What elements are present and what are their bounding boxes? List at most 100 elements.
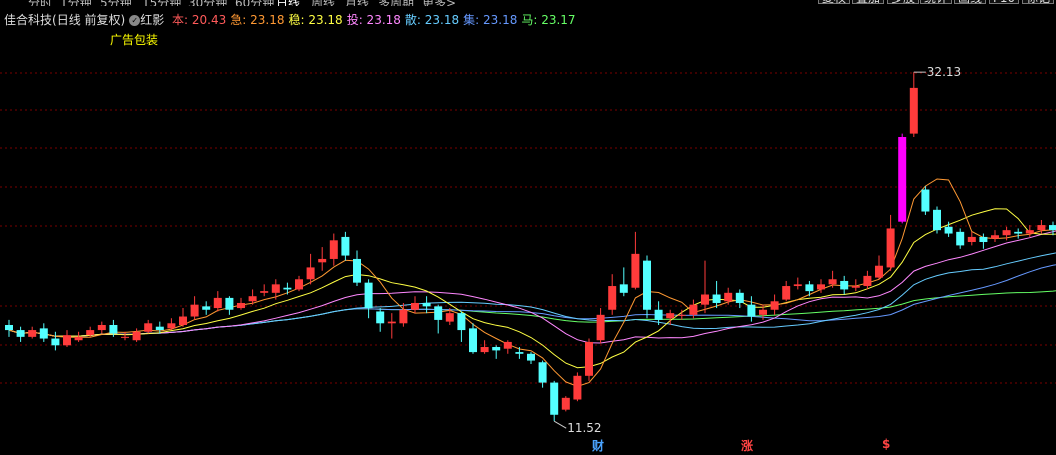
candle-body-54	[631, 253, 640, 288]
candle-body-11	[132, 331, 141, 341]
candle-body-83	[967, 236, 976, 243]
candle-body-27	[318, 258, 327, 263]
candle-body-26	[306, 267, 315, 280]
low-marker-line	[553, 420, 567, 429]
candle-body-18	[213, 297, 222, 309]
candle-body-5	[63, 335, 71, 346]
candle-body-89	[1037, 225, 1046, 231]
candle-body-13	[155, 326, 164, 331]
candle-body-22	[260, 291, 269, 293]
candle-body-33	[387, 321, 396, 324]
candle-body-59	[689, 304, 698, 315]
candle-body-40	[469, 328, 477, 353]
candle-body-70	[817, 284, 825, 290]
candle-body-48	[561, 397, 570, 410]
candle-body-78	[909, 87, 918, 134]
candle-body-2	[28, 330, 37, 337]
candle-body-6	[74, 336, 83, 341]
candle-body-53	[619, 284, 628, 293]
candle-body-73	[851, 286, 860, 288]
ma-line-san	[8, 264, 1056, 337]
candle-body-38	[445, 313, 454, 322]
candle-body-62	[724, 292, 733, 302]
candle-body-76	[886, 228, 895, 268]
candle-body-69	[805, 284, 814, 292]
candle-body-86	[1002, 230, 1011, 236]
candle-body-32	[376, 311, 385, 324]
candle-body-39	[457, 313, 466, 331]
candle-body-64	[747, 304, 756, 317]
candle-body-31	[364, 282, 373, 309]
candle-body-68	[793, 284, 802, 287]
candle-body-77	[898, 137, 907, 222]
candle-body-3	[39, 328, 48, 339]
candle-body-12	[144, 323, 153, 332]
candle-body-16	[190, 304, 199, 317]
candle-body-29	[341, 236, 350, 256]
candle-body-36	[422, 302, 431, 307]
candle-body-17	[202, 306, 211, 310]
candle-body-51	[596, 314, 605, 341]
candle-body-90	[1049, 225, 1056, 231]
candle-body-8	[97, 324, 106, 331]
candle-body-45	[527, 353, 535, 361]
candle-body-28	[329, 240, 338, 259]
candle-body-37	[434, 306, 443, 320]
candle-body-67	[782, 286, 791, 300]
ma-line-ji-fast	[8, 208, 1056, 369]
candle-body-42	[492, 347, 501, 351]
candle-body-52	[608, 286, 617, 310]
candle-body-46	[538, 362, 547, 383]
candle-body-10	[121, 336, 129, 338]
kline-chart[interactable]: 32.13 11.52	[0, 0, 1056, 455]
candle-body-20	[237, 302, 245, 309]
candle-body-58	[677, 314, 686, 316]
candle-body-63	[735, 292, 744, 303]
candle-body-34	[399, 309, 408, 324]
candle-body-21	[248, 296, 257, 302]
candle-body-1	[16, 330, 25, 337]
candle-body-49	[573, 375, 582, 400]
ma-line-wen	[8, 230, 1056, 344]
event-marker-1[interactable]: 涨	[741, 437, 753, 454]
candle-body-43	[503, 341, 512, 349]
candle-body-79	[921, 189, 930, 212]
candle-body-55	[643, 260, 651, 310]
candle-body-57	[666, 313, 675, 319]
candle-body-23	[271, 284, 280, 293]
candle-body-15	[179, 316, 187, 325]
candle-body-4	[51, 338, 60, 346]
candle-body-35	[411, 302, 419, 310]
event-marker-2[interactable]: $	[882, 437, 890, 451]
event-marker-0[interactable]: 财	[592, 437, 604, 454]
low-price-label: 11.52	[567, 421, 601, 435]
candle-body-24	[283, 287, 292, 290]
candle-body-47	[550, 382, 559, 415]
candle-body-71	[828, 279, 837, 285]
candle-body-60	[701, 294, 709, 305]
candle-body-80	[933, 209, 941, 231]
candle-body-72	[840, 280, 849, 290]
candle-body-9	[109, 324, 118, 334]
candle-body-44	[515, 352, 524, 354]
candle-body-66	[770, 301, 779, 310]
candle-body-7	[86, 330, 95, 336]
candle-body-50	[585, 341, 593, 376]
candle-body-87	[1014, 231, 1023, 234]
candle-body-61	[712, 294, 721, 303]
candle-body-85	[991, 235, 999, 239]
candle-body-82	[956, 231, 965, 246]
candle-body-19	[225, 297, 234, 310]
candle-body-81	[944, 226, 953, 234]
high-price-label: 32.13	[927, 65, 961, 79]
candle-body-56	[654, 309, 663, 320]
candle-body-0	[5, 324, 13, 331]
candle-body-84	[979, 236, 988, 243]
candle-body-14	[167, 323, 176, 329]
candle-body-88	[1025, 230, 1034, 234]
candle-body-65	[759, 309, 767, 315]
candle-body-75	[875, 265, 883, 278]
candle-body-74	[863, 275, 872, 287]
candle-body-30	[353, 258, 361, 283]
candle-body-41	[480, 347, 489, 353]
